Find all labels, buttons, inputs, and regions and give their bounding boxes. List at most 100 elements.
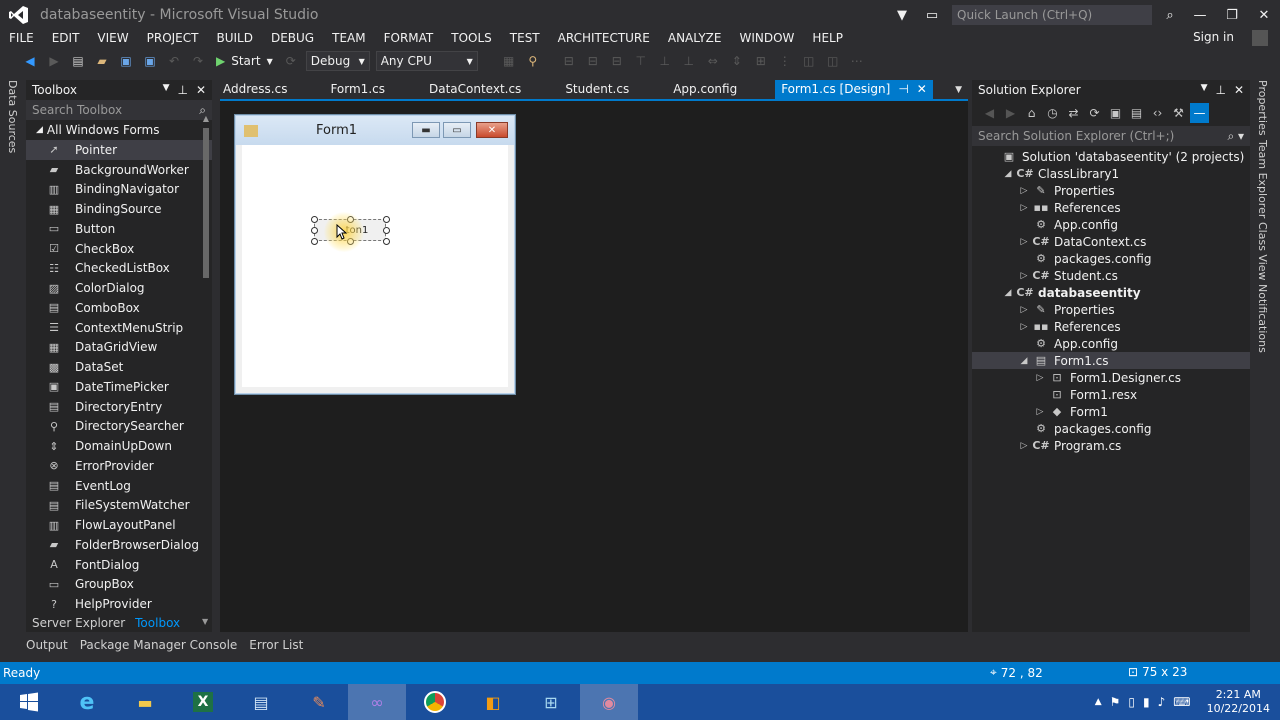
toolbox-item-eventlog[interactable]: ▤ EventLog bbox=[26, 476, 212, 496]
close-button[interactable]: ✕ bbox=[1248, 0, 1280, 30]
collapsed-arrow-icon[interactable]: ▷ bbox=[1032, 373, 1048, 383]
scrollbar-thumb[interactable] bbox=[203, 128, 209, 278]
expanded-arrow-icon[interactable]: ◢ bbox=[1000, 169, 1016, 179]
toolbox-item-datagridview[interactable]: ▦ DataGridView bbox=[26, 338, 212, 358]
solution-search-input[interactable]: Search Solution Explorer (Ctrl+;) ⌕ ▾ bbox=[972, 126, 1250, 146]
close-icon[interactable]: ✕ bbox=[917, 80, 927, 99]
collapsed-arrow-icon[interactable]: ▷ bbox=[1016, 203, 1032, 213]
toolbox-item-directoryentry[interactable]: ▤ DirectoryEntry bbox=[26, 397, 212, 417]
system-clock[interactable]: 2:21 AM 10/22/2014 bbox=[1207, 688, 1270, 716]
tree-node[interactable]: ▷ C# Student.cs bbox=[972, 267, 1250, 284]
forward-icon[interactable]: ▶ bbox=[44, 51, 64, 71]
pin-icon[interactable]: ⊣ bbox=[898, 80, 908, 99]
tree-node[interactable]: ▷ ⊡ Form1.Designer.cs bbox=[972, 369, 1250, 386]
toolbox-item-button[interactable]: ▭ Button bbox=[26, 219, 212, 239]
toolbox-item-directorysearcher[interactable]: ⚲ DirectorySearcher bbox=[26, 417, 212, 437]
align-left-icon[interactable]: ⊟ bbox=[559, 51, 579, 71]
menu-edit[interactable]: EDIT bbox=[43, 28, 89, 48]
refresh-icon[interactable]: ⟳ bbox=[281, 51, 301, 71]
tree-node[interactable]: ▣ Solution 'databaseentity' (2 projects) bbox=[972, 148, 1250, 165]
toolbox-item-errorprovider[interactable]: ⊗ ErrorProvider bbox=[26, 456, 212, 476]
notepad-icon[interactable]: ▤ bbox=[232, 684, 290, 720]
paint-icon[interactable]: ✎ bbox=[290, 684, 348, 720]
menu-help[interactable]: HELP bbox=[803, 28, 852, 48]
collapsed-arrow-icon[interactable]: ▷ bbox=[1016, 237, 1032, 247]
menu-test[interactable]: TEST bbox=[501, 28, 549, 48]
pin-icon[interactable]: ⊥ bbox=[177, 83, 187, 97]
align-top-icon[interactable]: ⊤ bbox=[631, 51, 651, 71]
file-explorer-icon[interactable]: ▬ bbox=[116, 684, 174, 720]
back-icon[interactable]: ◀ bbox=[980, 103, 999, 123]
menu-project[interactable]: PROJECT bbox=[138, 28, 208, 48]
recorder-icon[interactable]: ◉ bbox=[580, 684, 638, 720]
align-middle-icon[interactable]: ⊥ bbox=[655, 51, 675, 71]
visual-studio-taskbar-icon[interactable]: ∞ bbox=[348, 684, 406, 720]
collapsed-arrow-icon[interactable]: ▷ bbox=[1016, 186, 1032, 196]
resize-handle[interactable] bbox=[383, 238, 390, 245]
toolbox-search-input[interactable]: Search Toolbox ⌕ bbox=[26, 100, 212, 120]
toolbox-item-groupbox[interactable]: ▭ GroupBox bbox=[26, 575, 212, 595]
toolbox-item-bindingnavigator[interactable]: ▥ BindingNavigator bbox=[26, 180, 212, 200]
tab-student-cs[interactable]: Student.cs bbox=[565, 80, 629, 99]
menu-build[interactable]: BUILD bbox=[207, 28, 261, 48]
internet-explorer-icon[interactable]: e bbox=[58, 684, 116, 720]
same-size-icon[interactable]: ⊞ bbox=[751, 51, 771, 71]
platform-select[interactable]: Any CPU ▼ bbox=[375, 51, 478, 71]
minimize-button[interactable]: — bbox=[1184, 0, 1216, 30]
tab-package-manager-console[interactable]: Package Manager Console bbox=[80, 638, 238, 652]
tree-node[interactable]: ◢ ▤ Form1.cs bbox=[972, 352, 1250, 369]
toolbox-item-folderbrowserdialog[interactable]: ▰ FolderBrowserDialog bbox=[26, 535, 212, 555]
tab-properties[interactable]: Properties bbox=[1256, 80, 1269, 140]
menu-view[interactable]: VIEW bbox=[88, 28, 137, 48]
collapsed-arrow-icon[interactable]: ▷ bbox=[1016, 271, 1032, 281]
resize-handle[interactable] bbox=[311, 227, 318, 234]
tab-form1-cs[interactable]: Form1.cs bbox=[330, 80, 385, 99]
forward-icon[interactable]: ▶ bbox=[1001, 103, 1020, 123]
open-file-icon[interactable]: ▰ bbox=[92, 51, 112, 71]
battery-icon[interactable]: ▮ bbox=[1143, 695, 1150, 709]
collapsed-arrow-icon[interactable]: ▷ bbox=[1016, 322, 1032, 332]
toolbox-item-contextmenustrip[interactable]: ☰ ContextMenuStrip bbox=[26, 318, 212, 338]
search-icon[interactable]: ⌕ bbox=[1160, 5, 1180, 25]
save-icon[interactable]: ▣ bbox=[116, 51, 136, 71]
tree-node[interactable]: ▷ ✎ Properties bbox=[972, 301, 1250, 318]
close-icon[interactable]: ✕ bbox=[1234, 83, 1244, 97]
save-all-icon[interactable]: ▣ bbox=[140, 51, 160, 71]
pin-icon[interactable]: ⊥ bbox=[1215, 83, 1225, 97]
toolbox-scrollbar[interactable]: ▲ ▼ bbox=[202, 114, 210, 626]
spacing-icon[interactable]: ⋮ bbox=[775, 51, 795, 71]
align-right-icon[interactable]: ⊟ bbox=[607, 51, 627, 71]
collapse-all-icon[interactable]: ▣ bbox=[1106, 103, 1125, 123]
toolbox-item-pointer[interactable]: ➚ Pointer bbox=[26, 140, 212, 160]
menu-tools[interactable]: TOOLS bbox=[442, 28, 501, 48]
toolbox-item-filesystemwatcher[interactable]: ▤ FileSystemWatcher bbox=[26, 496, 212, 516]
scroll-up-icon[interactable]: ▲ bbox=[202, 114, 210, 123]
toolbar-options-icon[interactable]: ⋯ bbox=[847, 51, 867, 71]
data-sources-tab[interactable]: Data Sources bbox=[6, 80, 26, 156]
flag-icon[interactable]: ⚑ bbox=[1110, 695, 1121, 709]
view-code-icon[interactable]: ‹› bbox=[1148, 103, 1167, 123]
back-icon[interactable]: ◀ bbox=[20, 51, 40, 71]
menu-window[interactable]: WINDOW bbox=[730, 28, 803, 48]
toolbox-item-bindingsource[interactable]: ▦ BindingSource bbox=[26, 199, 212, 219]
tray-expand-icon[interactable]: ▲ bbox=[1095, 697, 1102, 707]
refresh-icon[interactable]: ⟳ bbox=[1085, 103, 1104, 123]
tab-output[interactable]: Output bbox=[26, 638, 68, 652]
restore-button[interactable]: ❐ bbox=[1216, 0, 1248, 30]
align-center-icon[interactable]: ⊟ bbox=[583, 51, 603, 71]
toolbox-item-checkbox[interactable]: ☑ CheckBox bbox=[26, 239, 212, 259]
tab-app-config[interactable]: App.config bbox=[673, 80, 737, 99]
find-icon[interactable]: ⚲ bbox=[523, 51, 543, 71]
tab-toolbox[interactable]: Toolbox bbox=[135, 616, 180, 630]
toolbox-item-backgroundworker[interactable]: ▰ BackgroundWorker bbox=[26, 160, 212, 180]
tab-datacontext-cs[interactable]: DataContext.cs bbox=[429, 80, 521, 99]
toolbox-item-dataset[interactable]: ▩ DataSet bbox=[26, 357, 212, 377]
tab-notifications[interactable]: Notifications bbox=[1256, 284, 1269, 354]
tab-overflow-icon[interactable]: ▼ bbox=[955, 85, 962, 95]
tree-node[interactable]: ▷ ▪▪ References bbox=[972, 318, 1250, 335]
bring-front-icon[interactable]: ◫ bbox=[799, 51, 819, 71]
expanded-arrow-icon[interactable]: ◢ bbox=[1000, 288, 1016, 298]
network-icon[interactable]: ▯ bbox=[1128, 695, 1135, 709]
tree-node[interactable]: ⚙ App.config bbox=[972, 335, 1250, 352]
toolbox-group-header[interactable]: ◢ All Windows Forms bbox=[26, 120, 212, 140]
